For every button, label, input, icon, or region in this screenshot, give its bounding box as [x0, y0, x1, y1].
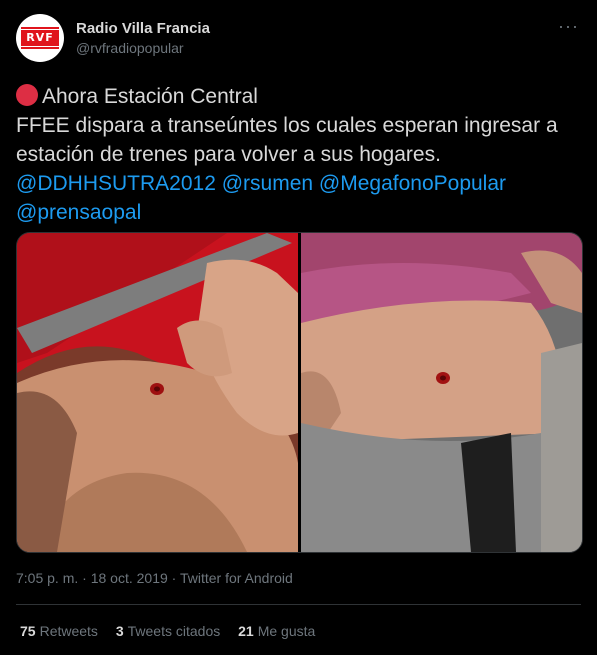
retweets-count: 75 — [20, 623, 36, 639]
tweet-line: Ahora Estación Central — [16, 82, 586, 111]
mention-link[interactable]: @MegafonoPopular — [319, 172, 506, 195]
photo-left-image — [17, 233, 298, 552]
tweet-metadata: 7:05 p. m. · 18 oct. 2019 · Twitter for … — [16, 570, 293, 586]
likes-count: 21 — [238, 623, 254, 639]
user-handle[interactable]: @rvfradiopopular — [76, 40, 184, 56]
avatar-stripe — [21, 27, 59, 29]
media-grid — [16, 232, 583, 553]
tweet-date[interactable]: 18 oct. 2019 — [91, 570, 168, 586]
red-circle-emoji-icon — [16, 84, 38, 106]
tweet-text: Ahora Estación Central FFEE dispara a tr… — [16, 82, 586, 227]
mention-link[interactable]: @DDHHSUTRA2012 — [16, 172, 216, 195]
avatar[interactable]: RVF — [16, 14, 64, 62]
engagement-stats: 75 Retweets 3 Tweets citados 21 Me gusta — [20, 623, 329, 639]
retweets-stat[interactable]: 75 Retweets — [20, 623, 98, 639]
quotes-count: 3 — [115, 623, 124, 639]
tweet-line: @DDHHSUTRA2012 @rsumen @MegafonoPopular — [16, 169, 586, 198]
tweet-photo-left[interactable] — [17, 233, 298, 552]
tweet-source[interactable]: Twitter for Android — [180, 570, 293, 586]
likes-label: Me gusta — [257, 623, 316, 639]
tweet-line: FFEE dispara a transeúntes los cuales es… — [16, 114, 558, 137]
mention-link[interactable]: @rsumen — [222, 172, 313, 195]
quotes-label: Tweets citados — [127, 623, 221, 639]
likes-stat[interactable]: 21 Me gusta — [238, 623, 315, 639]
tweet-photo-right[interactable] — [301, 233, 582, 552]
divider — [16, 604, 581, 605]
tweet-time[interactable]: 7:05 p. m. — [16, 570, 78, 586]
avatar-logo: RVF — [21, 30, 59, 46]
separator: · — [167, 570, 180, 586]
photo-right-image — [301, 233, 582, 552]
display-name[interactable]: Radio Villa Francia — [76, 20, 210, 37]
tweet-line: estación de trenes para volver a sus hog… — [16, 143, 441, 166]
more-options-icon[interactable]: ··· — [558, 16, 579, 37]
tweet-line: @prensaopal — [16, 198, 586, 227]
retweets-label: Retweets — [39, 623, 98, 639]
separator: · — [78, 570, 91, 586]
avatar-stripe — [21, 47, 59, 49]
mention-link[interactable]: @prensaopal — [16, 201, 141, 224]
quote-tweets-stat[interactable]: 3 Tweets citados — [116, 623, 220, 639]
tweet-line-text: Ahora Estación Central — [42, 85, 258, 108]
